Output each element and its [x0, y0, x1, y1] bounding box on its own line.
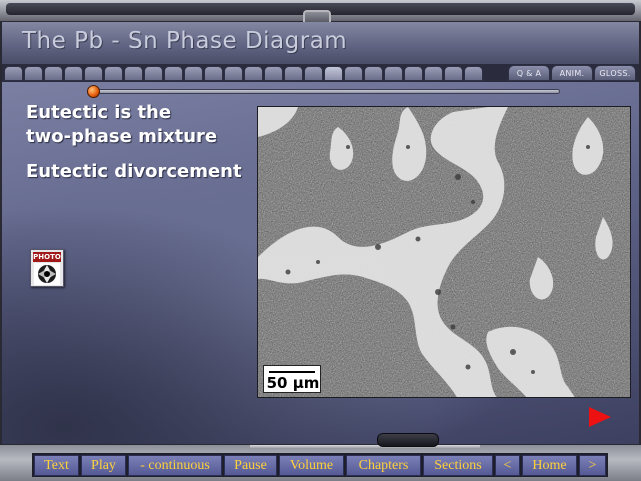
chapter-tab[interactable] [304, 66, 323, 81]
chapter-tab[interactable] [324, 66, 343, 81]
frame-handle [377, 433, 439, 447]
chapter-tab[interactable] [44, 66, 63, 81]
chapter-tab[interactable] [24, 66, 43, 81]
tab-q-and-a[interactable]: Q & A [508, 65, 550, 81]
chapter-tab[interactable] [104, 66, 123, 81]
chapter-tab[interactable] [404, 66, 423, 81]
chapter-tab[interactable] [284, 66, 303, 81]
chapter-tab[interactable] [344, 66, 363, 81]
chapter-tab[interactable] [384, 66, 403, 81]
bullet-eutectic-line-1: Eutectic is the [26, 102, 172, 123]
scale-bar-label: 50 μm [266, 374, 320, 392]
chapter-tab[interactable] [444, 66, 463, 81]
chapter-tab[interactable] [264, 66, 283, 81]
nav-pause-button[interactable]: Pause [224, 455, 277, 476]
nav-text-button[interactable]: Text [34, 455, 79, 476]
bullet-eutectic-line-2: two-phase mixture [26, 126, 218, 147]
nav-continuous-button[interactable]: - continuous [128, 455, 222, 476]
frame-left-edge [0, 22, 2, 444]
nav-next-button[interactable]: > [579, 455, 606, 476]
chapter-tab[interactable] [64, 66, 83, 81]
chapter-tab[interactable] [464, 66, 483, 81]
tab-animations[interactable]: ANIM. [551, 65, 593, 81]
nav-home-button[interactable]: Home [522, 455, 577, 476]
chapter-tab[interactable] [184, 66, 203, 81]
chapter-tab[interactable] [364, 66, 383, 81]
progress-slider-knob[interactable] [86, 85, 100, 98]
chapter-tab[interactable] [124, 66, 143, 81]
chapter-tab[interactable] [204, 66, 223, 81]
photo-label: PHOTO [33, 252, 61, 262]
chapter-tab[interactable] [144, 66, 163, 81]
bullet-eutectic-divorcement: Eutectic divorcement [26, 161, 242, 182]
nav-volume-button[interactable]: Volume [279, 455, 344, 476]
tab-glossary[interactable]: GLOSS. [594, 65, 636, 81]
micrograph-image: 50 μm [257, 106, 631, 398]
page-title: The Pb - Sn Phase Diagram [22, 28, 348, 54]
nav-chapters-button[interactable]: Chapters [346, 455, 421, 476]
chapter-tab[interactable] [84, 66, 103, 81]
nav-previous-button[interactable]: < [495, 455, 520, 476]
chapter-tab[interactable] [424, 66, 443, 81]
progress-slider-track[interactable] [88, 89, 560, 94]
chapter-tab[interactable] [4, 66, 23, 81]
nav-sections-button[interactable]: Sections [423, 455, 493, 476]
chapter-tab[interactable] [244, 66, 263, 81]
frame-hinge [303, 10, 331, 22]
camera-shutter-icon [34, 263, 60, 285]
play-right-arrow-icon[interactable] [589, 407, 611, 427]
nav-play-button[interactable]: Play [81, 455, 126, 476]
chapter-tab[interactable] [164, 66, 183, 81]
scale-bar-line [269, 371, 315, 373]
photo-button[interactable]: PHOTO [30, 249, 64, 287]
scale-bar: 50 μm [263, 365, 321, 393]
chapter-tab[interactable] [224, 66, 243, 81]
